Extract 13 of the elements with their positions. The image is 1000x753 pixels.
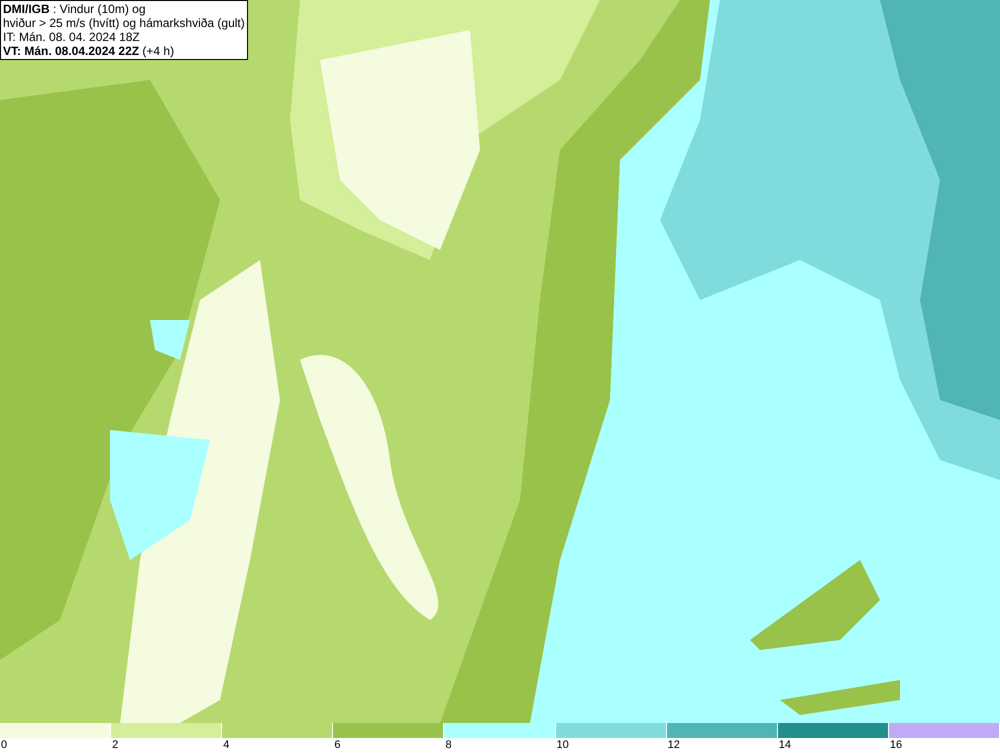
legend-label: 12 (666, 738, 680, 753)
header-text: hviður > 25 m/s (hvítt) og hámarkshviða (gult) (3, 16, 245, 30)
header-text: VT: Mán. 08.04.2024 22Z (+4 h) (3, 44, 176, 58)
legend-label: 8 (444, 738, 452, 753)
legend-label: 4 (222, 738, 230, 753)
legend-label: 6 (333, 738, 340, 753)
legend-label: 2 (111, 738, 118, 753)
legend-label: 16 (888, 738, 902, 753)
legend-label: 10 (556, 738, 569, 753)
legend-label: 0 (0, 738, 8, 753)
legend-label: 14 (778, 738, 792, 753)
header-text: IT: Mán. 08. 04. 2024 18Z (3, 30, 141, 44)
header-text: DMI/IGB : Vindur (10m) og (3, 2, 146, 16)
